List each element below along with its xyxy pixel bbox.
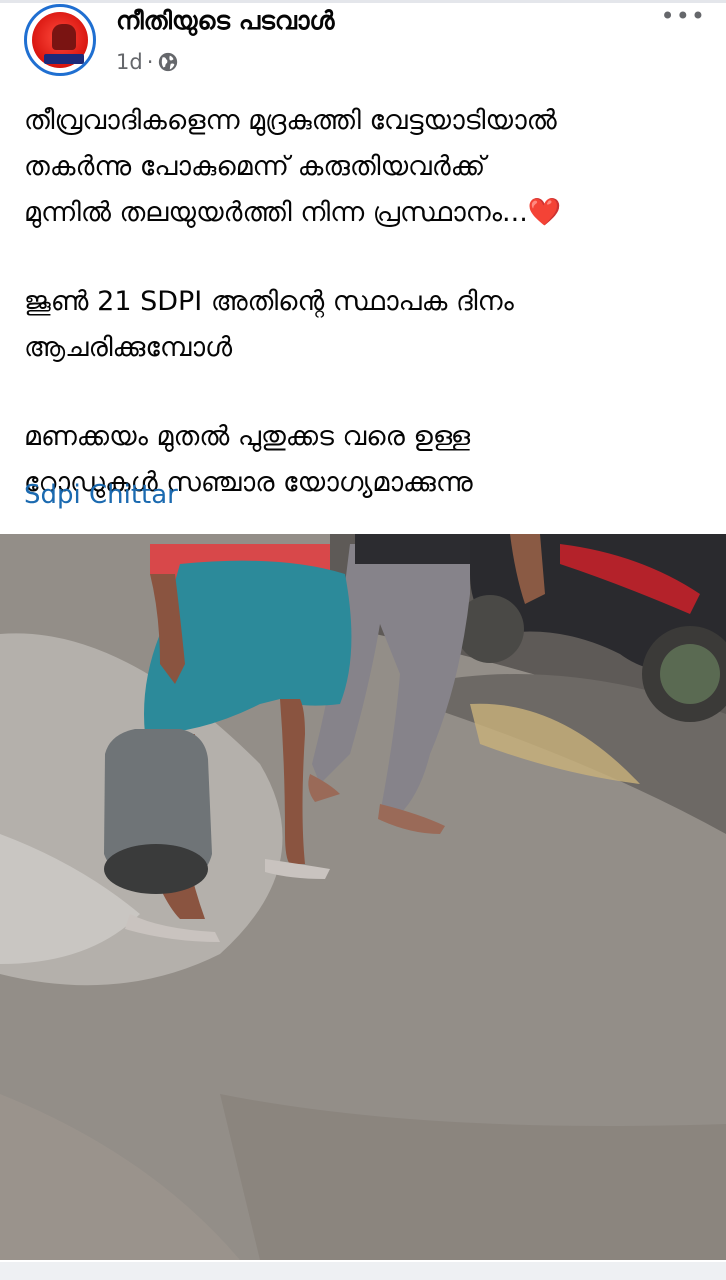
post-header: നീതിയുടെ പടവാൾ 1d · •••	[0, 0, 726, 90]
post-video[interactable]	[0, 534, 726, 1260]
post-text-line: ആചരിക്കുമ്പോൾ	[24, 332, 233, 363]
globe-icon	[159, 52, 178, 72]
post-text-line: തീവ്രവാദികളെന്ന മുദ്രകുത്തി വേട്ടയാടിയാൽ	[24, 105, 557, 136]
meta-separator: ·	[146, 50, 154, 74]
avatar-image	[32, 12, 88, 68]
more-options-icon[interactable]: •••	[661, 4, 706, 28]
post-text-line: തകർന്നു പോകുമെന്ന് കരുതിയവർക്ക്	[24, 151, 486, 182]
post-text-line: ജൂൺ 21 SDPI അതിന്റെ സ്ഥാപക ദിനം	[24, 286, 514, 317]
post-body: തീവ്രവാദികളെന്ന മുദ്രകുത്തി വേട്ടയാടിയാൽ…	[24, 98, 704, 506]
heart-emoji: ❤️	[527, 197, 562, 228]
page-name-link[interactable]: നീതിയുടെ പടവാൾ	[116, 6, 335, 36]
page-avatar[interactable]	[24, 4, 96, 76]
post-meta: 1d ·	[116, 50, 179, 74]
tagged-link[interactable]: Sdpi Chittar	[24, 480, 178, 510]
bottom-strip	[0, 1262, 726, 1280]
post-timestamp[interactable]: 1d	[116, 50, 143, 74]
post-text-line: മണക്കയം മുതൽ പുതുക്കട വരെ ഉള്ള	[24, 421, 471, 452]
video-frame	[0, 534, 726, 1260]
post-text-line: മുന്നിൽ തലയുയർത്തി നിന്ന പ്രസ്ഥാനം...❤️	[24, 197, 562, 228]
